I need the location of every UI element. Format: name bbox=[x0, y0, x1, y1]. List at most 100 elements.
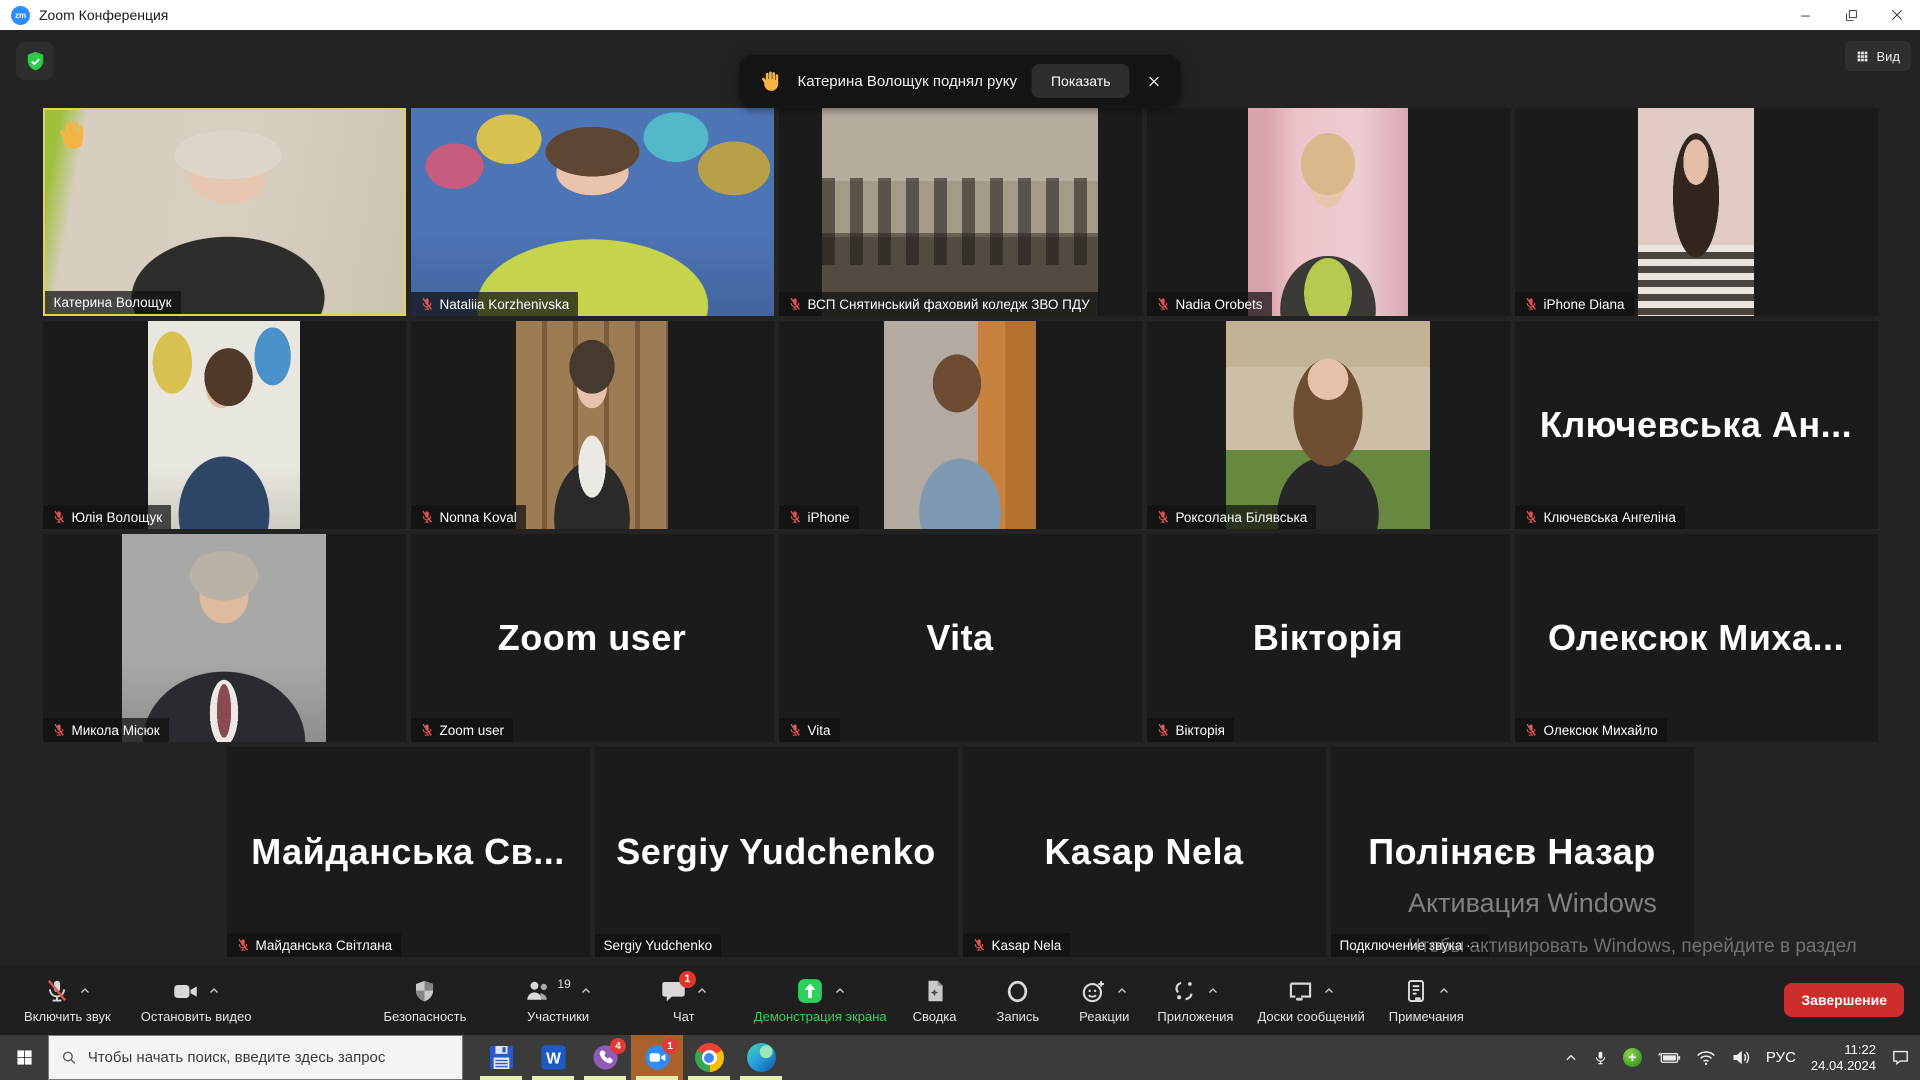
minimize-icon bbox=[1799, 9, 1812, 22]
taskbar-app-edge[interactable] bbox=[735, 1035, 787, 1080]
tray-wifi-icon[interactable] bbox=[1696, 1050, 1716, 1066]
participant-tile[interactable]: Nataliia Korzhenivska bbox=[411, 108, 774, 316]
action-center-icon[interactable] bbox=[1891, 1048, 1910, 1067]
muted-mic-icon bbox=[236, 937, 250, 953]
chevron-up-icon[interactable] bbox=[834, 985, 846, 997]
toolbar-item-summary[interactable]: Сводка bbox=[913, 976, 957, 1024]
participant-tile[interactable]: ВСП Снятинський фаховий коледж ЗВО ПДУ bbox=[779, 108, 1142, 316]
participant-tile[interactable]: Юлія Волощук bbox=[43, 321, 406, 529]
toolbar-item-participants[interactable]: 19Участники bbox=[524, 976, 591, 1024]
end-meeting-button[interactable]: Завершение bbox=[1784, 983, 1904, 1017]
tray-expand-chevron[interactable] bbox=[1564, 1051, 1578, 1065]
clock[interactable]: 11:22 24.04.2024 bbox=[1811, 1042, 1876, 1074]
participant-name: Nonna Koval bbox=[440, 510, 517, 525]
tray-battery-icon[interactable] bbox=[1657, 1050, 1681, 1065]
taskbar-app-word[interactable]: W bbox=[527, 1035, 579, 1080]
tray-volume-icon[interactable] bbox=[1731, 1049, 1751, 1066]
muted-mic-icon bbox=[788, 296, 802, 312]
running-indicator bbox=[480, 1076, 522, 1080]
participant-tile[interactable]: iPhone bbox=[779, 321, 1142, 529]
toolbar-item-label: Чат bbox=[673, 1009, 695, 1024]
chevron-up-icon[interactable] bbox=[208, 985, 220, 997]
tray-microphone-icon[interactable] bbox=[1593, 1049, 1608, 1067]
participant-tile[interactable]: ВікторіяВікторія bbox=[1147, 534, 1510, 742]
view-button[interactable]: Вид bbox=[1845, 41, 1911, 71]
taskbar-app-chrome[interactable] bbox=[683, 1035, 735, 1080]
participant-tile[interactable]: Микола Місюк bbox=[43, 534, 406, 742]
participant-display-name: Zoom user bbox=[411, 534, 774, 742]
toolbar-item-share-screen[interactable]: Демонстрация экрана bbox=[754, 976, 887, 1024]
participant-tile[interactable]: Nadia Orobets bbox=[1147, 108, 1510, 316]
chevron-up-icon bbox=[1564, 1051, 1578, 1065]
participant-tile[interactable]: Kasap NelaKasap Nela bbox=[963, 747, 1326, 957]
search-input[interactable] bbox=[88, 1049, 450, 1066]
close-button[interactable] bbox=[1874, 0, 1920, 30]
participant-name-label: Nataliia Korzhenivska bbox=[411, 292, 579, 316]
taskbar-app-zoom[interactable]: 1 bbox=[631, 1035, 683, 1080]
restore-button[interactable] bbox=[1828, 0, 1874, 30]
taskbar-app-files[interactable] bbox=[475, 1035, 527, 1080]
chevron-up-icon[interactable] bbox=[1207, 985, 1219, 997]
chevron-up-icon[interactable] bbox=[580, 985, 592, 997]
raised-hand-icon bbox=[55, 118, 89, 152]
toolbar-item-apps[interactable]: Приложения bbox=[1157, 976, 1233, 1024]
toolbar-item-chat[interactable]: 1Чат bbox=[660, 976, 708, 1024]
mic-muted-icon bbox=[44, 978, 70, 1004]
minimize-button[interactable] bbox=[1782, 0, 1828, 30]
meeting-info-shield-button[interactable] bbox=[16, 42, 54, 80]
notification-close-button[interactable] bbox=[1146, 74, 1161, 89]
chevron-up-icon[interactable] bbox=[79, 985, 91, 997]
chevron-up-icon[interactable] bbox=[1438, 985, 1450, 997]
participant-tile[interactable]: Поліняєв НазарПодключение звука ··· bbox=[1331, 747, 1694, 957]
participant-video bbox=[148, 321, 300, 529]
participant-tile[interactable]: Роксолана Білявська bbox=[1147, 321, 1510, 529]
participant-name-label: Роксолана Білявська bbox=[1147, 505, 1317, 529]
participant-name: Kasap Nela bbox=[992, 938, 1062, 953]
system-tray: РУС 11:22 24.04.2024 bbox=[1564, 1035, 1920, 1080]
toolbar-item-label: Сводка bbox=[913, 1009, 957, 1024]
toolbar-item-notes[interactable]: Примечания bbox=[1389, 976, 1464, 1024]
participant-name-label: iPhone bbox=[779, 505, 859, 529]
tray-time: 11:22 bbox=[1811, 1042, 1876, 1058]
taskbar-app-viber[interactable]: 4 bbox=[579, 1035, 631, 1080]
close-icon bbox=[1890, 8, 1904, 22]
chevron-up-icon[interactable] bbox=[1116, 985, 1128, 997]
chevron-up-icon[interactable] bbox=[696, 985, 708, 997]
participant-video bbox=[1638, 108, 1754, 316]
participant-tile[interactable]: Nonna Koval bbox=[411, 321, 774, 529]
participant-name-label: Ключевська Ангеліна bbox=[1515, 505, 1685, 529]
participant-name-label: Vita bbox=[779, 718, 840, 742]
participant-name: Катерина Волощук bbox=[54, 295, 172, 310]
participant-video bbox=[411, 108, 774, 316]
participant-tile[interactable]: Ключевська Ан...Ключевська Ангеліна bbox=[1515, 321, 1878, 529]
participant-name-label: Вікторія bbox=[1147, 718, 1234, 742]
show-button[interactable]: Показать bbox=[1032, 64, 1130, 98]
participant-row: Микола МісюкZoom userZoom userVitaVitaВі… bbox=[0, 534, 1920, 742]
participant-tile[interactable]: Sergiy YudchenkoSergiy Yudchenko bbox=[595, 747, 958, 957]
participant-video bbox=[1226, 321, 1429, 529]
toolbar-item-mic-muted[interactable]: Включить звук bbox=[24, 976, 111, 1024]
tray-antivirus-icon[interactable] bbox=[1623, 1048, 1642, 1067]
close-icon bbox=[1146, 74, 1161, 89]
participant-tile[interactable]: iPhone Diana bbox=[1515, 108, 1878, 316]
start-button[interactable] bbox=[0, 1035, 48, 1080]
participant-display-name: Sergiy Yudchenko bbox=[595, 747, 958, 957]
toolbar-item-record[interactable]: Запись bbox=[997, 976, 1040, 1024]
participant-tile[interactable]: VitaVita bbox=[779, 534, 1142, 742]
toolbar-item-reactions[interactable]: Реакции bbox=[1079, 976, 1129, 1024]
participant-name-label: Zoom user bbox=[411, 718, 514, 742]
tray-date: 24.04.2024 bbox=[1811, 1058, 1876, 1074]
taskbar-search-box[interactable] bbox=[48, 1035, 463, 1080]
reactions-icon bbox=[1080, 978, 1107, 1005]
window-titlebar: zm Zoom Конференция bbox=[0, 0, 1920, 30]
language-indicator[interactable]: РУС bbox=[1766, 1049, 1796, 1066]
toolbar-item-whiteboard[interactable]: Доски сообщений bbox=[1257, 976, 1364, 1024]
toolbar-item-camera[interactable]: Остановить видео bbox=[141, 976, 252, 1024]
participant-tile[interactable]: Катерина Волощук bbox=[43, 108, 406, 316]
security-shield-icon bbox=[24, 50, 47, 73]
participant-tile[interactable]: Zoom userZoom user bbox=[411, 534, 774, 742]
toolbar-item-shield[interactable]: Безопасность bbox=[383, 976, 466, 1024]
participant-tile[interactable]: Майданська Св...Майданська Світлана bbox=[227, 747, 590, 957]
chevron-up-icon[interactable] bbox=[1323, 985, 1335, 997]
participant-tile[interactable]: Олексюк Миха...Олексюк Михайло bbox=[1515, 534, 1878, 742]
